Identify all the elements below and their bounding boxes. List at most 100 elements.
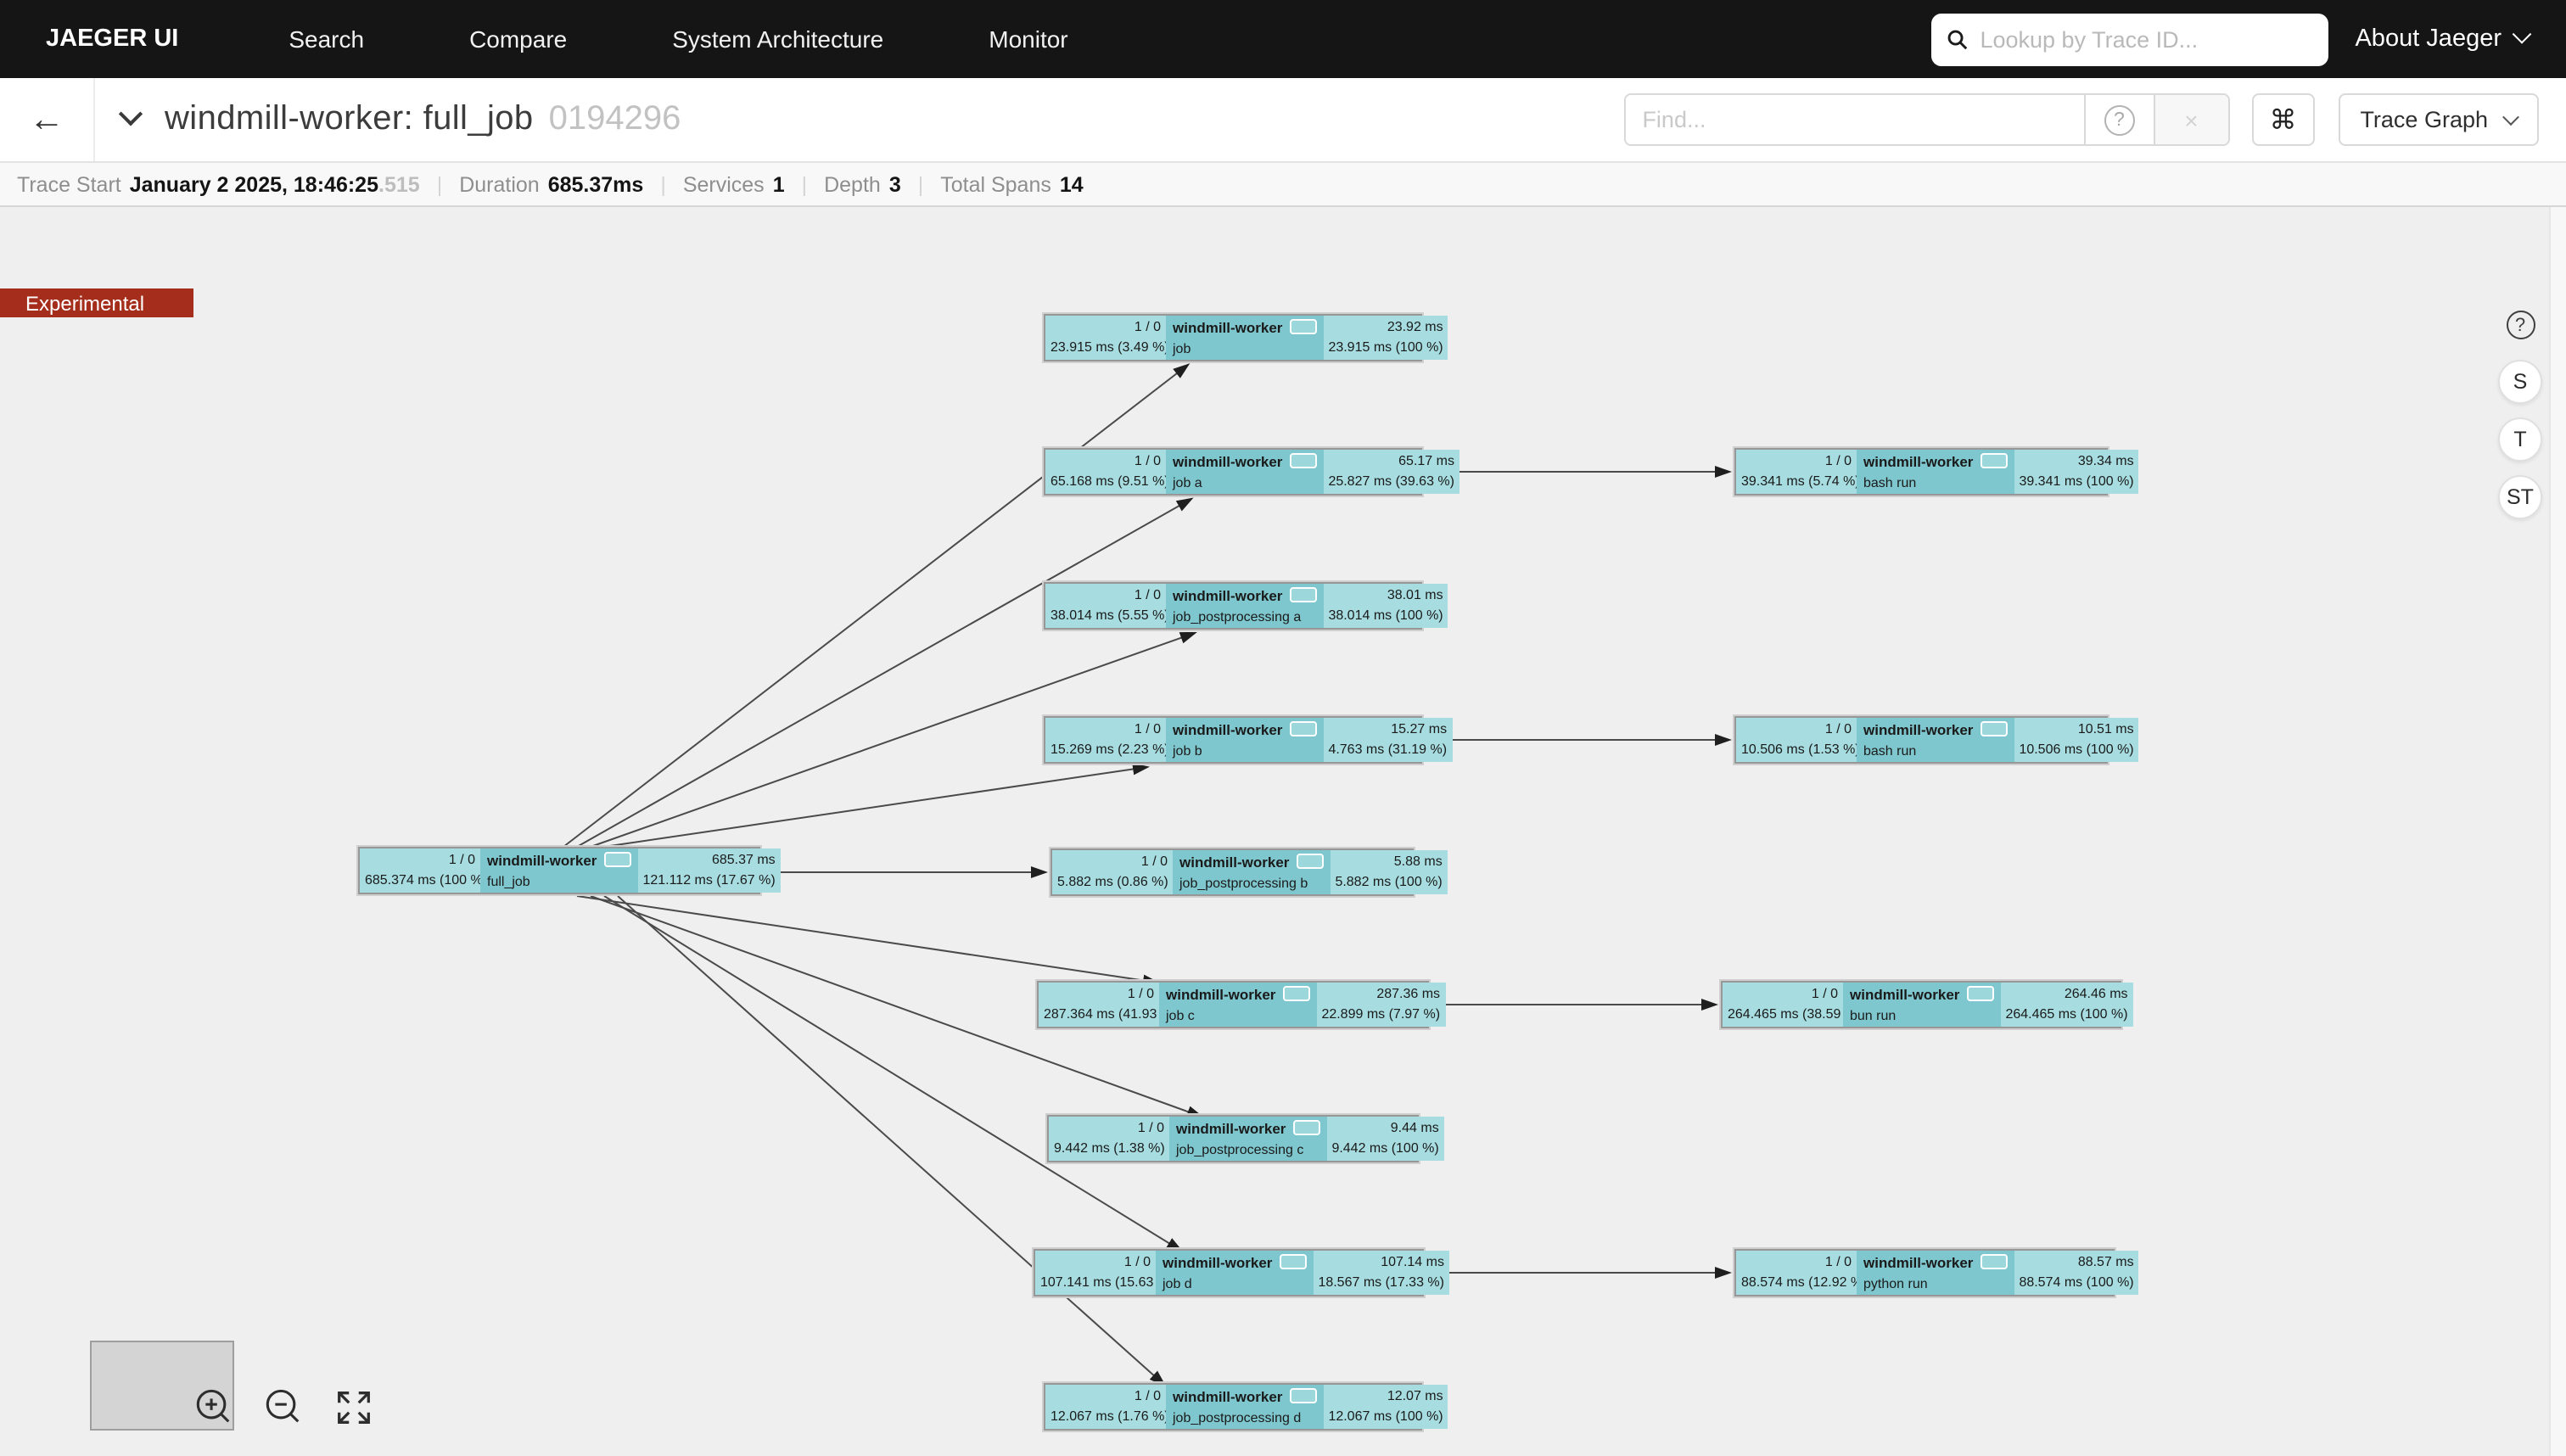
span-self-time: 264.465 ms (100 %) <box>2005 1005 2127 1025</box>
separator: | <box>802 172 808 196</box>
span-node-stats-right: 264.46 ms 264.465 ms (100 %) <box>2000 983 2132 1027</box>
span-service-row: windmill-worker <box>1173 1386 1316 1408</box>
span-service-row: windmill-worker <box>1863 1252 2007 1274</box>
zoom-in-button[interactable] <box>192 1386 234 1429</box>
span-service-name: windmill-worker <box>1850 986 1959 1003</box>
service-color-swatch <box>1966 986 1993 1001</box>
find-clear-button[interactable]: × <box>2153 95 2227 144</box>
span-node-stats-right: 9.44 ms 9.442 ms (100 %) <box>1326 1117 1443 1161</box>
span-node[interactable]: 1 / 0 10.506 ms (1.53 %) windmill-worker… <box>1734 716 2108 764</box>
nav-item-compare[interactable]: Compare <box>469 25 567 53</box>
about-jaeger-menu[interactable]: About Jaeger <box>2355 25 2529 53</box>
help-icon: ? <box>2515 315 2525 335</box>
span-service-row: windmill-worker <box>1166 984 1309 1006</box>
span-node-stats-right: 38.01 ms 38.014 ms (100 %) <box>1323 584 1448 628</box>
reset-zoom-button[interactable] <box>333 1386 375 1429</box>
span-subtree-time: 9.442 ms (1.38 %) <box>1054 1139 1164 1159</box>
trace-view-selector[interactable]: Trace Graph <box>2338 93 2539 146</box>
mode-button-selftime[interactable]: S <box>2498 360 2542 404</box>
mode-button-selftime-time[interactable]: ST <box>2498 475 2542 519</box>
span-self-time: 10.506 ms (100 %) <box>2019 740 2133 760</box>
span-operation-name: python run <box>1863 1274 2007 1295</box>
span-node-main: windmill-worker bash run <box>1857 450 2014 494</box>
nav-item-system-architecture[interactable]: System Architecture <box>672 25 883 53</box>
nav-item-monitor[interactable]: Monitor <box>989 25 1067 53</box>
find-help-button[interactable]: ? <box>2083 95 2153 144</box>
graph-mode-controls: ? S T ST <box>2498 311 2542 519</box>
graph-help-button[interactable]: ? <box>2506 311 2535 339</box>
span-service-row: windmill-worker <box>1850 984 1993 1006</box>
span-duration: 9.44 ms <box>1331 1118 1438 1139</box>
span-service-row: windmill-worker <box>1179 852 1323 874</box>
trace-graph-canvas[interactable]: Experimental 1 / 0 685.374 ms (100 %) wi… <box>0 207 2566 1456</box>
span-service-row: windmill-worker <box>1173 317 1316 339</box>
span-service-row: windmill-worker <box>1173 720 1316 742</box>
scrollbar-track[interactable] <box>2549 207 2566 1456</box>
trace-title: windmill-worker: full_job <box>165 100 534 139</box>
span-node[interactable]: 1 / 0 685.374 ms (100 %) windmill-worker… <box>358 847 760 894</box>
span-node-stats-right: 88.57 ms 88.574 ms (100 %) <box>2014 1251 2138 1295</box>
span-service-name: windmill-worker <box>1179 854 1289 871</box>
span-node[interactable]: 1 / 0 38.014 ms (5.55 %) windmill-worker… <box>1044 582 1422 630</box>
span-node[interactable]: 1 / 0 107.141 ms (15.63 %) windmill-work… <box>1034 1249 1424 1296</box>
span-duration: 10.51 ms <box>2019 720 2133 740</box>
mode-button-time[interactable]: T <box>2498 417 2542 462</box>
span-node[interactable]: 1 / 0 12.067 ms (1.76 %) windmill-worker… <box>1044 1383 1422 1431</box>
span-node[interactable]: 1 / 0 23.915 ms (3.49 %) windmill-worker… <box>1044 314 1422 361</box>
span-node-stats-right: 15.27 ms 4.763 ms (31.19 %) <box>1323 718 1452 762</box>
trace-id-lookup-input[interactable] <box>1980 26 2312 52</box>
span-node-main: windmill-worker job_postprocessing a <box>1166 584 1323 628</box>
keyboard-shortcuts-button[interactable]: ⌘ <box>2251 93 2314 146</box>
span-node[interactable]: 1 / 0 287.364 ms (41.93 %) windmill-work… <box>1037 981 1429 1028</box>
span-node[interactable]: 1 / 0 39.341 ms (5.74 %) windmill-worker… <box>1734 448 2108 496</box>
span-duration: 38.01 ms <box>1328 585 1443 606</box>
trace-view-label: Trace Graph <box>2360 107 2488 132</box>
span-operation-name: job b <box>1173 742 1316 762</box>
span-count: 1 / 0 <box>1057 852 1168 872</box>
span-operation-name: job_postprocessing a <box>1173 608 1316 628</box>
brand-logo[interactable]: JAEGER UI <box>46 25 178 53</box>
find-input[interactable] <box>1625 95 2083 144</box>
span-node-stats-left: 1 / 0 12.067 ms (1.76 %) <box>1045 1385 1166 1429</box>
span-node-stats-left: 1 / 0 15.269 ms (2.23 %) <box>1045 718 1166 762</box>
span-node[interactable]: 1 / 0 65.168 ms (9.51 %) windmill-worker… <box>1044 448 1422 496</box>
back-button[interactable]: ← <box>0 78 95 161</box>
service-color-swatch <box>1289 319 1316 334</box>
span-service-name: windmill-worker <box>1173 721 1282 738</box>
span-service-row: windmill-worker <box>1176 1118 1319 1140</box>
span-operation-name: job a <box>1173 473 1316 494</box>
zoom-out-button[interactable] <box>261 1386 304 1429</box>
span-node-main: windmill-worker job_postprocessing b <box>1173 850 1330 894</box>
span-node-stats-left: 1 / 0 88.574 ms (12.92 %) <box>1736 1251 1857 1295</box>
span-node-stats-left: 1 / 0 287.364 ms (41.93 %) <box>1039 983 1159 1027</box>
span-node[interactable]: 1 / 0 9.442 ms (1.38 %) windmill-worker … <box>1047 1115 1419 1162</box>
trace-start-label: Trace Start <box>17 172 121 196</box>
about-jaeger-label: About Jaeger <box>2355 25 2502 53</box>
collapse-trace-button[interactable] <box>122 104 139 135</box>
span-self-time: 38.014 ms (100 %) <box>1328 606 1443 626</box>
span-node[interactable]: 1 / 0 5.882 ms (0.86 %) windmill-worker … <box>1050 848 1414 896</box>
back-arrow-icon: ← <box>29 102 64 137</box>
span-node[interactable]: 1 / 0 15.269 ms (2.23 %) windmill-worker… <box>1044 716 1422 764</box>
span-service-name: windmill-worker <box>1173 1388 1282 1405</box>
trace-id-lookup[interactable] <box>1930 13 2328 65</box>
span-node[interactable]: 1 / 0 264.465 ms (38.59 %) windmill-work… <box>1721 981 2121 1028</box>
find-group: ? × <box>1623 93 2229 146</box>
span-node[interactable]: 1 / 0 88.574 ms (12.92 %) windmill-worke… <box>1734 1249 2115 1296</box>
span-service-name: windmill-worker <box>1863 1254 1973 1271</box>
span-operation-name: full_job <box>487 872 630 893</box>
span-node-stats-left: 1 / 0 5.882 ms (0.86 %) <box>1052 850 1173 894</box>
span-node-stats-right: 39.34 ms 39.341 ms (100 %) <box>2014 450 2138 494</box>
span-node-stats-right: 5.88 ms 5.882 ms (100 %) <box>1330 850 1447 894</box>
span-service-name: windmill-worker <box>1173 453 1282 470</box>
span-self-time: 18.567 ms (17.33 %) <box>1318 1273 1444 1293</box>
span-service-row: windmill-worker <box>1863 451 2007 473</box>
span-count: 1 / 0 <box>1044 984 1154 1005</box>
service-color-swatch <box>1292 1120 1319 1135</box>
span-duration: 5.88 ms <box>1335 852 1442 872</box>
nav-item-search[interactable]: Search <box>289 25 364 53</box>
span-subtree-time: 287.364 ms (41.93 %) <box>1044 1005 1154 1025</box>
span-duration: 15.27 ms <box>1328 720 1447 740</box>
span-service-row: windmill-worker <box>1863 720 2007 742</box>
service-color-swatch <box>1296 854 1323 869</box>
